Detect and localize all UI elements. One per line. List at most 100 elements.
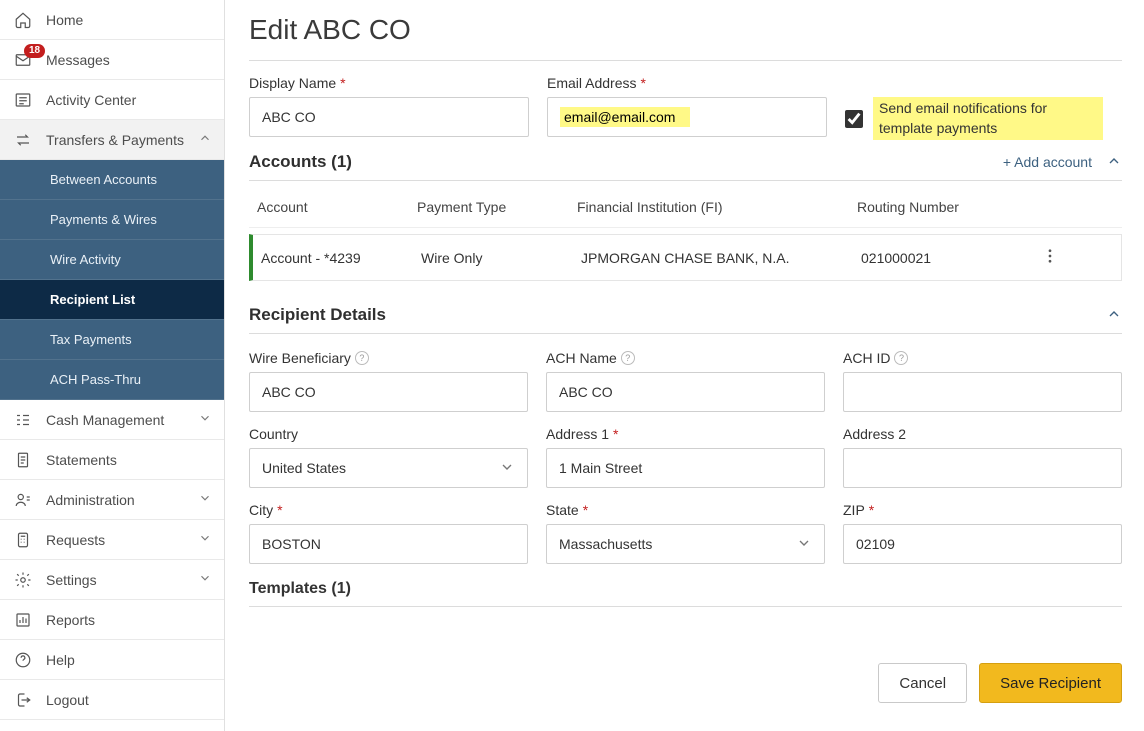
- save-recipient-button[interactable]: Save Recipient: [979, 663, 1122, 703]
- chevron-down-icon: [198, 571, 212, 588]
- details-grid: Wire Beneficiary ? ACH Name ? ACH ID ? C…: [249, 350, 1122, 564]
- user-icon: [12, 491, 34, 509]
- nav-cash-management[interactable]: Cash Management: [0, 400, 224, 440]
- top-row: Display Name * Email Address * Send emai…: [249, 75, 1122, 140]
- col-account: Account: [257, 199, 417, 215]
- more-icon[interactable]: [1041, 247, 1081, 268]
- col-payment-type: Payment Type: [417, 199, 577, 215]
- cell-routing: 021000021: [861, 250, 1041, 266]
- gear-icon: [12, 571, 34, 589]
- help-icon: [12, 651, 34, 669]
- nav-transfers-submenu: Between Accounts Payments & Wires Wire A…: [0, 160, 224, 400]
- cell-fi: JPMORGAN CHASE BANK, N.A.: [581, 250, 861, 266]
- nav-statements[interactable]: Statements: [0, 440, 224, 480]
- address1-field: Address 1 *: [546, 426, 825, 488]
- address2-field: Address 2: [843, 426, 1122, 488]
- templates-section-head: Templates (1): [249, 570, 1122, 607]
- nav-home[interactable]: Home: [0, 0, 224, 40]
- nav-transfers-payments-label: Transfers & Payments: [46, 132, 184, 148]
- chevron-down-icon: [796, 535, 812, 554]
- col-fi: Financial Institution (FI): [577, 199, 857, 215]
- nav-logout-label: Logout: [46, 692, 89, 708]
- nav-logout[interactable]: Logout: [0, 680, 224, 720]
- sub-between-accounts[interactable]: Between Accounts: [0, 160, 224, 200]
- zip-input[interactable]: [843, 524, 1122, 564]
- state-select[interactable]: Massachusetts: [546, 524, 825, 564]
- accounts-heading: Accounts (1): [249, 152, 352, 172]
- transfers-icon: [12, 131, 34, 149]
- nav-activity-center-label: Activity Center: [46, 92, 136, 108]
- document-icon: [12, 451, 34, 469]
- chart-icon: [12, 611, 34, 629]
- email-notify-field: Send email notifications for template pa…: [845, 97, 1103, 140]
- nav-settings[interactable]: Settings: [0, 560, 224, 600]
- ach-id-input[interactable]: [843, 372, 1122, 412]
- wire-beneficiary-input[interactable]: [249, 372, 528, 412]
- help-icon[interactable]: ?: [355, 351, 369, 365]
- city-input[interactable]: [249, 524, 528, 564]
- divider: [249, 60, 1122, 61]
- account-row[interactable]: Account - *4239 Wire Only JPMORGAN CHASE…: [249, 234, 1122, 281]
- nav-home-label: Home: [46, 12, 83, 28]
- display-name-label: Display Name *: [249, 75, 529, 91]
- activity-icon: [12, 91, 34, 109]
- display-name-input[interactable]: [249, 97, 529, 137]
- email-input[interactable]: [560, 107, 690, 127]
- nav-settings-label: Settings: [46, 572, 97, 588]
- email-notify-label: Send email notifications for template pa…: [873, 97, 1103, 140]
- nav-cash-management-label: Cash Management: [46, 412, 164, 428]
- sub-ach-pass-thru[interactable]: ACH Pass-Thru: [0, 360, 224, 400]
- email-input-wrap[interactable]: [547, 97, 827, 137]
- ach-name-input[interactable]: [546, 372, 825, 412]
- messages-badge: 18: [24, 44, 45, 58]
- cash-icon: [12, 411, 34, 429]
- chevron-up-icon: [198, 131, 212, 148]
- cancel-button[interactable]: Cancel: [878, 663, 967, 703]
- page-title: Edit ABC CO: [249, 14, 1122, 46]
- chevron-up-icon[interactable]: [1106, 153, 1122, 172]
- email-label: Email Address *: [547, 75, 827, 91]
- sub-recipient-list[interactable]: Recipient List: [0, 280, 224, 320]
- ach-name-field: ACH Name ?: [546, 350, 825, 412]
- sub-wire-activity[interactable]: Wire Activity: [0, 240, 224, 280]
- sidebar: Home 18 Messages Activity Center Transfe…: [0, 0, 225, 731]
- email-field: Email Address *: [547, 75, 827, 140]
- add-account-link[interactable]: + Add account: [1003, 154, 1092, 170]
- footer: Cancel Save Recipient: [249, 643, 1122, 731]
- templates-heading: Templates (1): [249, 580, 351, 598]
- city-field: City *: [249, 502, 528, 564]
- accounts-section-head: Accounts (1) + Add account: [249, 152, 1122, 181]
- logout-icon: [12, 691, 34, 709]
- chevron-up-icon[interactable]: [1106, 306, 1122, 325]
- main: Edit ABC CO Display Name * Email Address…: [225, 0, 1144, 731]
- address1-input[interactable]: [546, 448, 825, 488]
- sub-payments-wires[interactable]: Payments & Wires: [0, 200, 224, 240]
- country-select[interactable]: United States: [249, 448, 528, 488]
- calculator-icon: [12, 531, 34, 549]
- nav-reports[interactable]: Reports: [0, 600, 224, 640]
- nav-messages-label: Messages: [46, 52, 110, 68]
- email-notify-checkbox[interactable]: [845, 110, 863, 128]
- chevron-down-icon: [198, 491, 212, 508]
- help-icon[interactable]: ?: [894, 351, 908, 365]
- sub-tax-payments[interactable]: Tax Payments: [0, 320, 224, 360]
- nav-messages[interactable]: 18 Messages: [0, 40, 224, 80]
- nav-help[interactable]: Help: [0, 640, 224, 680]
- nav-reports-label: Reports: [46, 612, 95, 628]
- nav-administration[interactable]: Administration: [0, 480, 224, 520]
- cell-account: Account - *4239: [261, 250, 421, 266]
- nav-help-label: Help: [46, 652, 75, 668]
- nav-requests-label: Requests: [46, 532, 105, 548]
- cell-payment-type: Wire Only: [421, 250, 581, 266]
- address2-input[interactable]: [843, 448, 1122, 488]
- display-name-field: Display Name *: [249, 75, 529, 140]
- nav-transfers-payments[interactable]: Transfers & Payments: [0, 120, 224, 160]
- nav-activity-center[interactable]: Activity Center: [0, 80, 224, 120]
- nav-statements-label: Statements: [46, 452, 117, 468]
- nav-requests[interactable]: Requests: [0, 520, 224, 560]
- chevron-down-icon: [198, 411, 212, 428]
- col-routing: Routing Number: [857, 199, 1037, 215]
- nav-administration-label: Administration: [46, 492, 135, 508]
- help-icon[interactable]: ?: [621, 351, 635, 365]
- accounts-table-head: Account Payment Type Financial Instituti…: [249, 187, 1122, 228]
